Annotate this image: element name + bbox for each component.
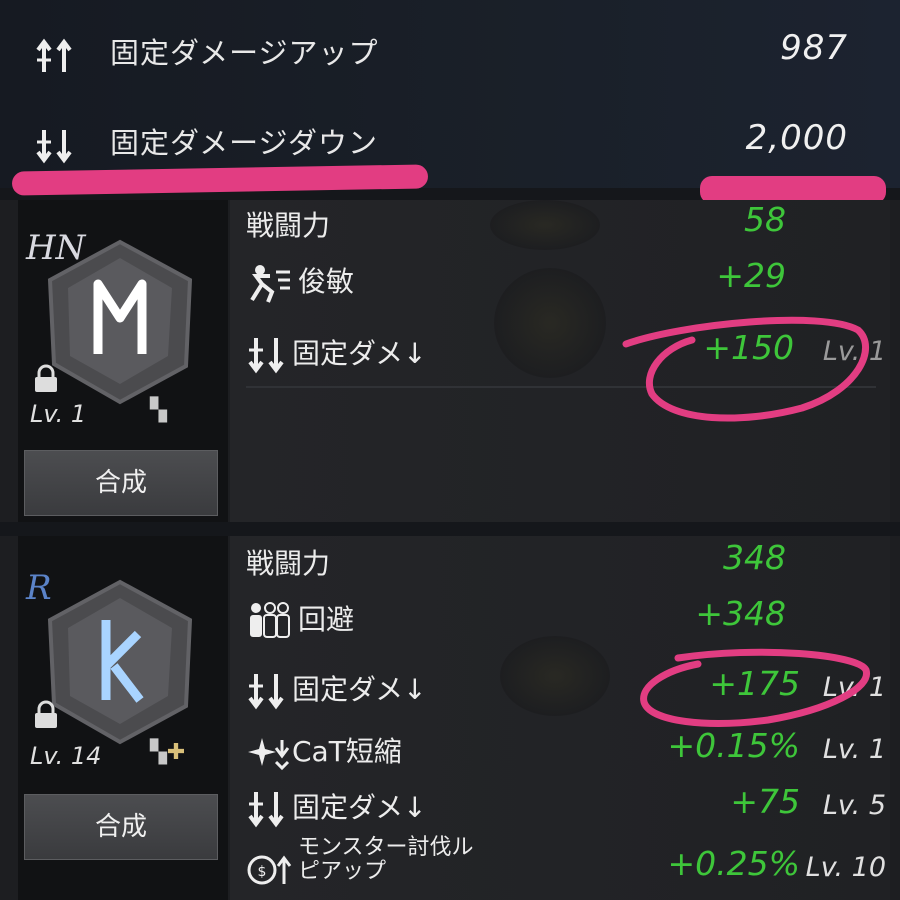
stat-label: CaT短縮: [292, 735, 402, 768]
stat-label: 回避: [298, 603, 355, 636]
arrows-down-icon: [248, 338, 284, 374]
stat-value: +75: [730, 782, 800, 821]
rune-card-r: R Lv. 14 ▚✚ 合成 戦闘力 348 回避 +348 固定ダメ↓ +17…: [0, 536, 900, 900]
arrows-down-icon: [248, 674, 284, 710]
stat-row-cast-time: CaT短縮 +0.15% Lv. 1: [246, 726, 886, 782]
stat-label: 戦闘力: [246, 547, 331, 580]
stat-value: 987: [780, 28, 848, 68]
stat-row-combat-power: 戦闘力 348: [246, 538, 886, 594]
rune-level: Lv. 1: [30, 400, 87, 428]
stat-value: 58: [744, 200, 786, 239]
stat-value: 348: [723, 538, 786, 577]
stat-label: 固定ダメ↓: [292, 337, 427, 370]
stat-value: 2,000: [745, 118, 848, 158]
stat-row-fixed-damage-up: 固定ダメージアップ 987: [0, 22, 900, 82]
stat-label-line: モンスター討伐ル: [298, 835, 474, 860]
stat-label: 俊敏: [298, 265, 355, 298]
stat-level: Lv. 10: [805, 852, 886, 883]
stat-level: Lv. 5: [822, 790, 886, 821]
checker-slot-icon: ▚✚: [150, 740, 186, 765]
stat-label: 固定ダメ↓: [292, 673, 427, 706]
stat-label: 戦闘力: [246, 209, 331, 242]
stat-row-evasion: 回避 +348: [246, 594, 886, 650]
top-stats-panel: 固定ダメージアップ 987 固定ダメージダウン 2,000: [0, 0, 900, 188]
rune-level: Lv. 14: [30, 742, 102, 770]
stat-label: 固定ダメ↓: [292, 791, 427, 824]
stat-value: +0.25%: [667, 844, 800, 883]
arrows-down-icon: [248, 792, 284, 828]
rune-stone-icon[interactable]: [40, 576, 200, 746]
stat-label: 固定ダメージダウン: [110, 126, 378, 160]
agility-icon: [250, 265, 290, 303]
stat-value: +29: [716, 256, 786, 295]
checker-slot-icon: ▚: [150, 398, 167, 423]
monster-drop-icon: $: [247, 855, 292, 885]
stat-row-monster-drop-up: $ モンスター討伐ル ピアップ +0.25% Lv. 10: [246, 836, 886, 900]
svg-text:$: $: [258, 864, 267, 880]
cast-time-icon: [248, 738, 290, 771]
stat-label-multiline: モンスター討伐ル ピアップ: [298, 836, 474, 884]
stat-label-line: ピアップ: [298, 859, 387, 884]
stat-row-fixed-damage-down: 固定ダメージダウン 2,000: [0, 112, 900, 172]
stat-value: +348: [695, 594, 786, 633]
synthesize-button[interactable]: 合成: [24, 794, 218, 860]
rune-card-hn: HN Lv. 1 ▚ 合成 戦闘力 58 俊敏 +29 固定ダメ↓ +150 L…: [0, 200, 900, 522]
stat-label: 固定ダメージアップ: [110, 36, 379, 70]
lock-icon[interactable]: [32, 700, 60, 730]
stat-level: Lv. 1: [822, 734, 886, 765]
highlight-circle: [640, 648, 870, 727]
stat-row-fixed-damage-down: 固定ダメ↓ +75 Lv. 5: [246, 782, 886, 838]
arrows-down-icon: [36, 130, 72, 164]
highlight-circle: [622, 316, 870, 422]
arrows-up-icon: [36, 38, 72, 72]
rune-stone-icon[interactable]: [40, 236, 200, 406]
stat-row-combat-power: 戦闘力 58: [246, 200, 886, 256]
evasion-icon: [250, 602, 290, 638]
lock-icon[interactable]: [32, 364, 60, 394]
synthesize-button[interactable]: 合成: [24, 450, 218, 516]
